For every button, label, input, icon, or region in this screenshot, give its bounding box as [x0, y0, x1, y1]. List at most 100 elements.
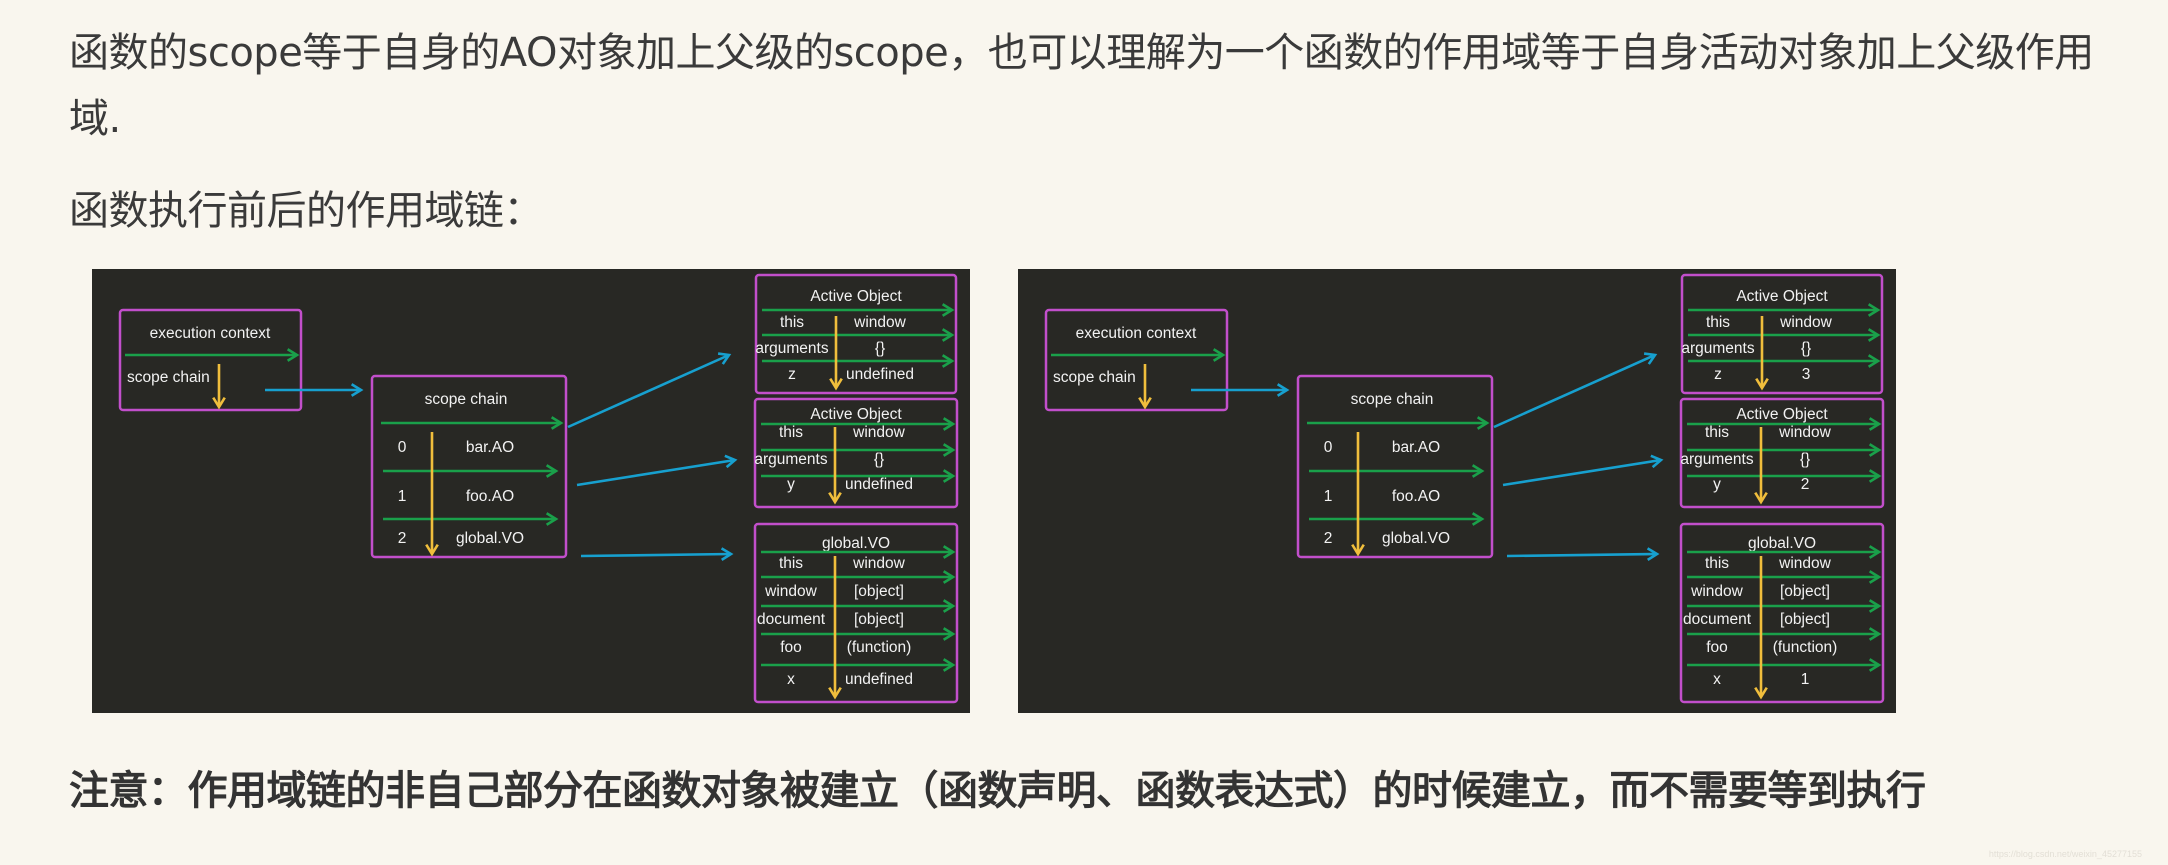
- row-value: [object]: [854, 611, 904, 628]
- object-row: z undefined: [788, 366, 914, 383]
- diagram-after-execution: execution context scope chain scope chain 0…: [1018, 269, 1896, 713]
- row-key: arguments: [754, 451, 827, 468]
- row-value: undefined: [846, 366, 914, 383]
- row-key: foo: [780, 639, 802, 656]
- order-arrow: [1755, 316, 1769, 391]
- object-row: this window: [1705, 424, 1832, 441]
- scope-chain-item: 0 bar.AO: [398, 439, 514, 456]
- pointer-arrow: [1687, 658, 1882, 672]
- watermark: https://blog.csdn.net/weixin_45277155: [1988, 849, 2142, 859]
- row-key: x: [1713, 671, 1721, 688]
- object-row: this window: [780, 314, 907, 331]
- row-value: {}: [1801, 340, 1811, 357]
- link-arrow-foo-ao: [576, 454, 738, 487]
- pointer-arrow: [1051, 348, 1226, 362]
- scope-chain-item: 2 global.VO: [1324, 530, 1450, 547]
- pointer-arrow: [125, 348, 300, 362]
- execution-context-title: execution context: [1076, 325, 1197, 342]
- row-key: y: [787, 476, 795, 493]
- foo-active-object-box: Active Object this window arguments {} y 2: [1679, 397, 1885, 509]
- row-key: arguments: [1680, 451, 1753, 468]
- execution-context-box: execution context scope chain: [1044, 308, 1229, 412]
- scope-chain-index: 0: [1324, 439, 1333, 456]
- scope-chain-title: scope chain: [425, 391, 508, 408]
- row-value: {}: [1800, 451, 1810, 468]
- object-row: foo (function): [780, 639, 911, 656]
- object-row: arguments {}: [754, 451, 884, 468]
- object-row: arguments {}: [755, 340, 885, 357]
- row-value: {}: [875, 340, 885, 357]
- link-arrow-foo-ao: [1502, 454, 1664, 487]
- note-paragraph: 注意：作用域链的非自己部分在函数对象被建立（函数声明、函数表达式）的时候建立，而…: [69, 768, 1926, 814]
- row-value: window: [852, 555, 905, 572]
- row-value: 2: [1801, 476, 1810, 493]
- row-value: window: [1778, 555, 1831, 572]
- foo-active-object-box: Active Object this window arguments {} y undef…: [753, 397, 959, 509]
- scope-chain-item: 1 foo.AO: [1324, 488, 1440, 505]
- object-row: arguments {}: [1681, 340, 1811, 357]
- scope-chain-item: 2 global.VO: [398, 530, 524, 547]
- row-key: z: [1714, 366, 1722, 383]
- row-value: 1: [1801, 671, 1810, 688]
- scope-chain-field: scope chain: [1053, 369, 1136, 386]
- object-row: this window: [779, 555, 906, 572]
- pointer-arrow: [761, 570, 956, 584]
- global-vo-box: global.VOthis windowwindow [object]documen…: [753, 522, 959, 704]
- scope-chain-ref: bar.AO: [1392, 439, 1440, 456]
- link-arrow-bar-ao: [567, 352, 732, 429]
- row-key: document: [757, 611, 826, 628]
- object-row: document [object]: [1683, 611, 1830, 628]
- object-row: y undefined: [787, 476, 913, 493]
- scope-chain-field: scope chain: [127, 369, 210, 386]
- order-arrow: [1351, 432, 1365, 557]
- row-key: y: [1713, 476, 1721, 493]
- scope-chain-diagram: execution context scope chain scope chain 0…: [118, 273, 959, 704]
- order-arrow: [425, 432, 439, 557]
- bar-active-object-box: Active Object this window arguments {} z undef…: [754, 273, 958, 395]
- row-key: this: [1706, 314, 1730, 331]
- row-value: 3: [1802, 366, 1811, 383]
- row-value: window: [1778, 424, 1831, 441]
- row-value: [object]: [1780, 583, 1830, 600]
- row-key: this: [779, 555, 803, 572]
- row-key: this: [779, 424, 803, 441]
- reference-arrow: [1191, 383, 1290, 397]
- order-arrow: [212, 364, 226, 410]
- row-value: window: [853, 314, 906, 331]
- pointer-arrow: [383, 512, 559, 526]
- link-arrow-bar-ao: [1493, 352, 1658, 429]
- row-key: this: [1705, 424, 1729, 441]
- bar-active-object-box-title: Active Object: [1736, 288, 1828, 305]
- foo-active-object-box-title: Active Object: [810, 406, 902, 423]
- row-key: this: [1705, 555, 1729, 572]
- row-key: arguments: [755, 340, 828, 357]
- scope-chain-subtitle: 函数执行前后的作用域链：: [69, 188, 544, 234]
- row-value: (function): [1773, 639, 1838, 656]
- pointer-arrow: [381, 416, 564, 430]
- scope-chain-ref: global.VO: [1382, 530, 1450, 547]
- row-value: window: [1779, 314, 1832, 331]
- object-row: foo (function): [1706, 639, 1837, 656]
- scope-chain-diagram: execution context scope chain scope chain 0…: [1044, 273, 1885, 704]
- row-key: z: [788, 366, 796, 383]
- scope-chain-ref: foo.AO: [1392, 488, 1440, 505]
- foo-active-object-box-title: Active Object: [1736, 406, 1828, 423]
- object-row: x undefined: [787, 671, 913, 688]
- pointer-arrow: [383, 464, 559, 478]
- global-vo-box: global.VOthis windowwindow [object]documen…: [1679, 522, 1885, 704]
- row-key: x: [787, 671, 795, 688]
- execution-context-box: execution context scope chain: [118, 308, 303, 412]
- row-value: undefined: [845, 671, 913, 688]
- scope-chain-ref: foo.AO: [466, 488, 514, 505]
- scope-chain-index: 2: [1324, 530, 1333, 547]
- scope-chain-ref: bar.AO: [466, 439, 514, 456]
- row-value: {}: [874, 451, 884, 468]
- scope-chain-index: 1: [398, 488, 407, 505]
- global-vo-box-title: global.VO: [822, 535, 890, 552]
- pointer-arrow: [1307, 416, 1490, 430]
- scope-chain-index: 0: [398, 439, 407, 456]
- object-row: document [object]: [757, 611, 904, 628]
- order-arrow: [1138, 364, 1152, 410]
- scope-chain-box: scope chain 0 bar.AO 1 foo.AO 2 global.VO: [370, 374, 568, 559]
- global-vo-box-title: global.VO: [1748, 535, 1816, 552]
